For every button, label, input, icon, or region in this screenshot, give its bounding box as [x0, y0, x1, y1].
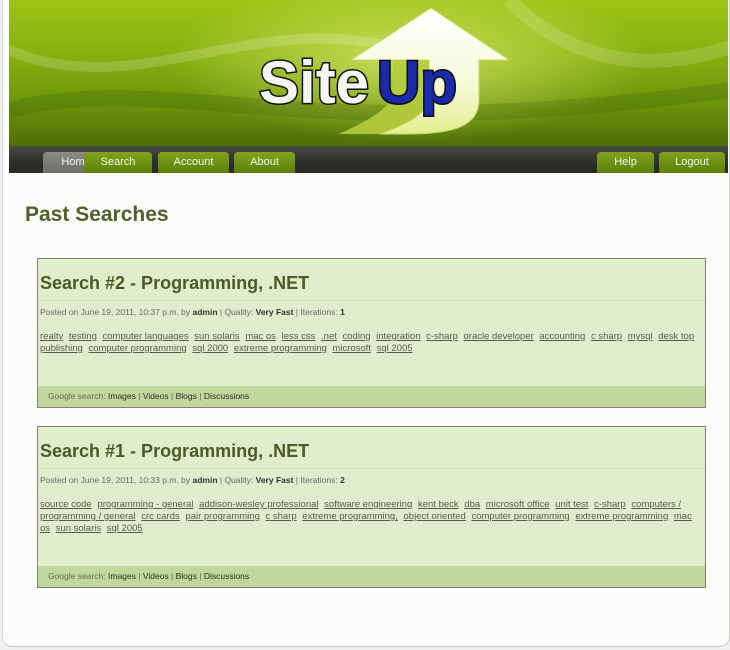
- tag-link[interactable]: unit test: [555, 499, 588, 510]
- search-title[interactable]: Search #1 - Programming, .NET: [38, 427, 705, 468]
- tag-list: realty testing computer languages sun so…: [38, 321, 705, 355]
- svg-text:Site: Site: [259, 49, 369, 116]
- site-header: Site Up: [9, 0, 728, 146]
- page-title: Past Searches: [25, 203, 169, 226]
- search-meta: Posted on June 19, 2011, 10:37 p.m. by a…: [40, 307, 345, 317]
- tag-link[interactable]: .net: [321, 331, 337, 342]
- tag-link[interactable]: sun solaris: [56, 523, 101, 534]
- google-videos-link[interactable]: Videos: [143, 391, 169, 401]
- tag-link[interactable]: sql 2005: [107, 523, 143, 534]
- tag-link[interactable]: mysql: [628, 331, 653, 342]
- tag-link[interactable]: programming - general: [97, 499, 193, 510]
- tag-link[interactable]: c-sharp: [594, 499, 626, 510]
- nav-about[interactable]: About: [234, 152, 295, 173]
- tag-link[interactable]: extreme programming,: [302, 511, 398, 522]
- tag-link[interactable]: crc cards: [141, 511, 180, 522]
- tag-link[interactable]: kent beck: [418, 499, 459, 510]
- tag-link[interactable]: source code: [40, 499, 92, 510]
- tag-link[interactable]: extreme programming: [575, 511, 668, 522]
- site-logo: Site Up: [258, 48, 459, 118]
- tag-list: source code programming - general addiso…: [38, 489, 705, 535]
- nav-search[interactable]: Search: [84, 152, 152, 173]
- tag-link[interactable]: c-sharp: [426, 331, 458, 342]
- main-nav: Home Search Account About Help Logout: [9, 146, 728, 173]
- tag-link[interactable]: computer languages: [103, 331, 189, 342]
- tag-link[interactable]: software engineering: [324, 499, 412, 510]
- google-images-link[interactable]: Images: [108, 571, 136, 581]
- nav-help[interactable]: Help: [597, 152, 654, 173]
- header-graphic: Site Up: [9, 0, 728, 140]
- tag-link[interactable]: dba: [464, 499, 480, 510]
- tag-link[interactable]: computer programming: [471, 511, 569, 522]
- google-discussions-link[interactable]: Discussions: [204, 571, 249, 581]
- google-search-bar: Google search: Images | Videos | Blogs |…: [38, 386, 705, 407]
- google-images-link[interactable]: Images: [108, 391, 136, 401]
- search-title[interactable]: Search #2 - Programming, .NET: [38, 259, 705, 300]
- tag-link[interactable]: coding: [343, 331, 371, 342]
- tag-link[interactable]: oracle developer: [464, 331, 534, 342]
- nav-logout[interactable]: Logout: [659, 152, 725, 173]
- tag-link[interactable]: computer programming: [88, 343, 186, 354]
- tag-link[interactable]: c sharp: [266, 511, 297, 522]
- tag-link[interactable]: microsoft: [332, 343, 371, 354]
- tag-link[interactable]: microsoft office: [486, 499, 550, 510]
- search-meta: Posted on June 19, 2011, 10:33 p.m. by a…: [40, 475, 345, 485]
- google-blogs-link[interactable]: Blogs: [176, 571, 197, 581]
- tag-link[interactable]: integration: [376, 331, 420, 342]
- tag-link[interactable]: sun solaris: [194, 331, 239, 342]
- google-videos-link[interactable]: Videos: [143, 571, 169, 581]
- tag-link[interactable]: pair programming: [185, 511, 259, 522]
- google-discussions-link[interactable]: Discussions: [204, 391, 249, 401]
- tag-link[interactable]: extreme programming: [234, 343, 327, 354]
- search-entry: Search #1 - Programming, .NET Posted on …: [37, 426, 706, 588]
- tag-link[interactable]: c sharp: [591, 331, 622, 342]
- tag-link[interactable]: sql 2005: [377, 343, 413, 354]
- tag-link[interactable]: sql 2000: [192, 343, 228, 354]
- google-search-bar: Google search: Images | Videos | Blogs |…: [38, 566, 705, 587]
- svg-text:Up: Up: [377, 49, 457, 116]
- search-entry: Search #2 - Programming, .NET Posted on …: [37, 258, 706, 408]
- author-link[interactable]: admin: [192, 307, 217, 317]
- tag-link[interactable]: addison-wesley professional: [199, 499, 318, 510]
- tag-link[interactable]: object oriented: [404, 511, 466, 522]
- author-link[interactable]: admin: [192, 475, 217, 485]
- tag-link[interactable]: testing: [69, 331, 97, 342]
- tag-link[interactable]: less css: [282, 331, 316, 342]
- tag-link[interactable]: mac os: [245, 331, 276, 342]
- nav-account[interactable]: Account: [158, 152, 229, 173]
- tag-link[interactable]: accounting: [539, 331, 585, 342]
- tag-link[interactable]: realty: [40, 331, 63, 342]
- google-blogs-link[interactable]: Blogs: [176, 391, 197, 401]
